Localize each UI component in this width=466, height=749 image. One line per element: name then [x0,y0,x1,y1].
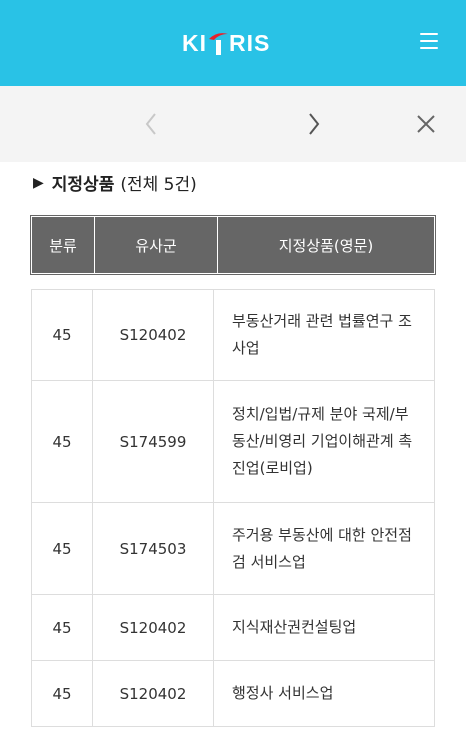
column-header-class: 분류 [32,217,95,274]
cell-similar-group: S120402 [93,290,214,381]
cell-similar-group: S174503 [93,503,214,595]
cell-class: 45 [32,381,93,503]
cell-similar-group: S120402 [93,595,214,661]
cell-similar-group: S120402 [93,661,214,727]
table-row: 45 S120402 지식재산권컨설팅업 [32,595,435,661]
section-count: (전체 5건) [120,170,196,195]
table-row: 45 S120402 행정사 서비스업 [32,661,435,727]
cell-similar-group: S174599 [93,381,214,503]
cell-class: 45 [32,503,93,595]
cell-class: 45 [32,595,93,661]
cell-class: 45 [32,661,93,727]
triangle-bullet-icon: ▶ [33,175,44,191]
products-table: 45 S120402 부동산거래 관련 법률연구 조사업 45 S174599 … [31,289,435,727]
cell-product: 주거용 부동산에 대한 안전점검 서비스업 [214,503,435,595]
cell-product: 행정사 서비스업 [214,661,435,727]
cell-product: 지식재산권컨설팅업 [214,595,435,661]
logo-text-left: KI [182,30,207,57]
cell-product: 부동산거래 관련 법률연구 조사업 [214,290,435,381]
logo-text-right: RIS [229,30,270,57]
section-title: ▶ 지정상품 (전체 5건) [33,170,197,195]
kipris-logo[interactable]: KI RIS [182,28,270,58]
cell-class: 45 [32,290,93,381]
app-header: KI RIS [0,0,466,86]
products-table-header: 분류 유사군 지정상품(영문) [31,216,435,274]
detail-nav-bar [0,86,466,162]
table-row: 45 S120402 부동산거래 관련 법률연구 조사업 [32,290,435,381]
table-row: 45 S174599 정치/입법/규제 분야 국제/부동산/비영리 기업이해관계… [32,381,435,503]
logo-swoosh-icon [207,30,229,56]
cell-product: 정치/입법/규제 분야 국제/부동산/비영리 기업이해관계 촉진업(로비업) [214,381,435,503]
table-row: 45 S174503 주거용 부동산에 대한 안전점검 서비스업 [32,503,435,595]
hamburger-icon[interactable] [420,33,438,49]
chevron-right-icon[interactable] [297,108,329,140]
close-icon[interactable] [410,108,442,140]
column-header-similar-group: 유사군 [95,217,218,274]
section-title-text: 지정상품 [52,170,115,195]
column-header-product: 지정상품(영문) [218,217,435,274]
chevron-left-icon[interactable] [136,108,168,140]
